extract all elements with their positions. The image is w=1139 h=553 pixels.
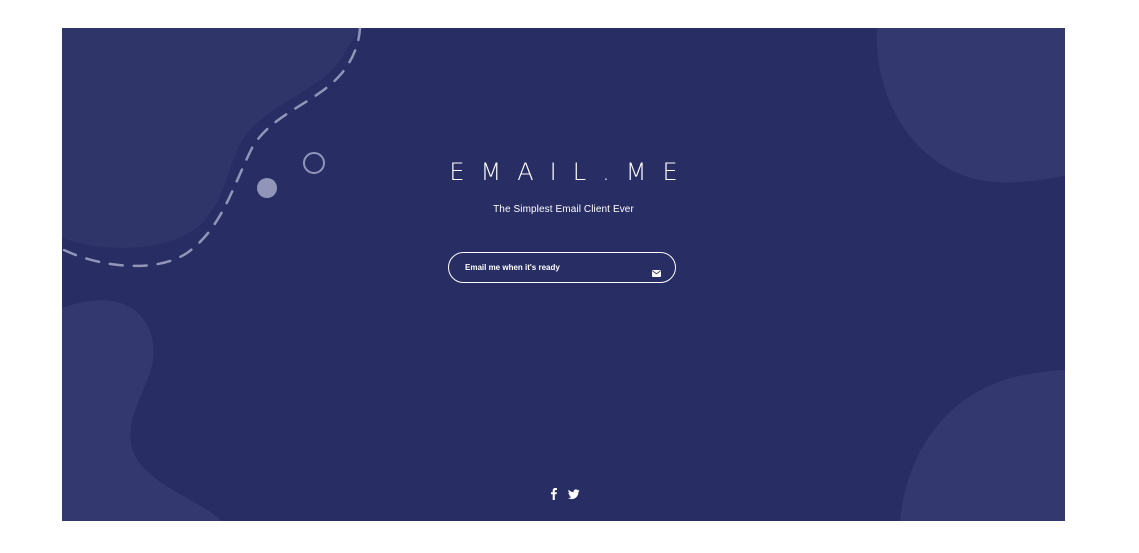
brand-title: EMAIL.ME — [449, 158, 694, 186]
envelope-icon — [652, 264, 661, 277]
notify-signup-label: Email me when it's ready — [465, 263, 560, 272]
page: EMAIL.ME The Simplest Email Client Ever … — [0, 0, 1139, 553]
social-links — [62, 487, 1065, 500]
twitter-icon[interactable] — [567, 487, 580, 500]
facebook-icon[interactable] — [548, 487, 560, 500]
notify-signup-button[interactable]: Email me when it's ready — [448, 252, 676, 283]
tagline: The Simplest Email Client Ever — [493, 204, 634, 215]
hero-section: EMAIL.ME The Simplest Email Client Ever … — [62, 28, 1065, 521]
